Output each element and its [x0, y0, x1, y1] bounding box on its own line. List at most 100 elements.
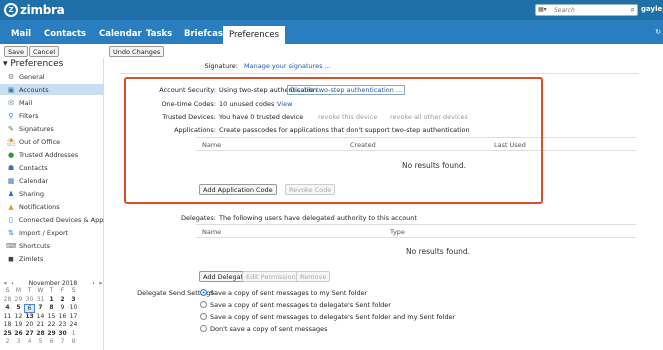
send-option-radio[interactable]: [200, 289, 207, 296]
search-input[interactable]: [554, 5, 624, 15]
calendar-day[interactable]: 14: [35, 313, 46, 322]
revoke-this-device-link[interactable]: revoke this device: [318, 113, 377, 121]
calendar-day[interactable]: 17: [68, 313, 79, 322]
sidebar-header[interactable]: ▾ Preferences: [3, 59, 63, 69]
view-codes-link[interactable]: View: [277, 100, 292, 108]
calendar-day[interactable]: 31: [35, 296, 46, 305]
tab-calendar[interactable]: Calendar: [99, 29, 142, 39]
calendar-day[interactable]: 26: [13, 330, 24, 339]
refresh-icon[interactable]: ↻: [655, 28, 661, 36]
revoke-all-devices-link[interactable]: revoke all other devices: [390, 113, 468, 121]
calendar-day[interactable]: 1: [68, 330, 79, 339]
calendar-day[interactable]: 5: [35, 338, 46, 347]
calendar-day[interactable]: 5: [13, 304, 24, 313]
col-name[interactable]: Name: [202, 141, 221, 149]
tab-briefcase[interactable]: Briefcase: [184, 29, 229, 39]
calendar-day[interactable]: 24: [68, 321, 79, 330]
disable-two-step-link[interactable]: Disable two-step authentication ...: [287, 85, 406, 95]
sidebar-item-trusted-addresses[interactable]: ● Trusted Addresses: [0, 149, 104, 160]
collapse-icon[interactable]: ▾: [3, 59, 8, 69]
calendar-day[interactable]: 19: [13, 321, 24, 330]
sidebar-item-filters[interactable]: ⚲ Filters: [0, 110, 104, 121]
calendar-day[interactable]: 22: [46, 321, 57, 330]
send-option-radio[interactable]: [200, 313, 207, 320]
tab-tasks[interactable]: Tasks: [146, 29, 172, 39]
remove-delegate-button[interactable]: Remove: [296, 271, 331, 282]
revoke-code-button[interactable]: Revoke Code: [285, 184, 336, 195]
sidebar-item-import-export[interactable]: ⇅ Import / Export: [0, 227, 104, 238]
col-last-used[interactable]: Last Used: [494, 141, 526, 149]
edit-permissions-button[interactable]: Edit Permissions: [242, 271, 304, 282]
calendar-day[interactable]: 6: [46, 338, 57, 347]
calendar-day[interactable]: 30: [57, 330, 68, 339]
user-name[interactable]: gayle: [641, 5, 662, 13]
col-delegate-type[interactable]: Type: [390, 228, 405, 236]
search-box[interactable]: ▦▾ ⌕: [535, 4, 638, 16]
sidebar-item-contacts[interactable]: ☗ Contacts: [0, 162, 104, 173]
search-scope-dropdown-icon[interactable]: ▦▾: [538, 6, 552, 14]
calendar-day[interactable]: 3: [68, 296, 79, 305]
calendar-day[interactable]: 11: [2, 313, 13, 322]
send-option-label[interactable]: Save a copy of sent messages to my Sent …: [210, 289, 367, 297]
calendar-day[interactable]: 29: [13, 296, 24, 305]
cancel-button[interactable]: Cancel: [29, 46, 60, 57]
sidebar-item-connected-devices[interactable]: ▯ Connected Devices & Apps: [0, 214, 104, 225]
calendar-day[interactable]: 7: [35, 304, 46, 313]
calendar-day[interactable]: 23: [57, 321, 68, 330]
calendar-day[interactable]: 29: [46, 330, 57, 339]
zimbra-logo[interactable]: Z zimbra: [4, 2, 65, 18]
sidebar-item-general[interactable]: ⚙ General: [0, 71, 104, 82]
calendar-day[interactable]: 20: [24, 321, 35, 330]
next-year-icon[interactable]: »: [97, 280, 104, 287]
add-application-code-button[interactable]: Add Application Code: [199, 184, 277, 195]
sidebar-item-signatures[interactable]: ✎ Signatures: [0, 123, 104, 134]
calendar-day[interactable]: 4: [2, 304, 13, 313]
manage-signatures-link[interactable]: Manage your signatures ...: [244, 62, 331, 70]
search-icon[interactable]: ⌕: [631, 5, 635, 15]
calendar-day[interactable]: 28: [2, 296, 13, 305]
calendar-day[interactable]: 8: [68, 338, 79, 347]
undo-changes-button[interactable]: Undo Changes: [109, 46, 165, 57]
prev-month-icon[interactable]: ‹: [9, 280, 16, 287]
tab-preferences[interactable]: Preferences: [223, 26, 285, 44]
calendar-day[interactable]: 2: [2, 338, 13, 347]
calendar-day[interactable]: 30: [24, 296, 35, 305]
calendar-day[interactable]: 16: [57, 313, 68, 322]
calendar-day[interactable]: 18: [2, 321, 13, 330]
calendar-day[interactable]: 9: [57, 304, 68, 313]
save-button[interactable]: Save: [4, 46, 28, 57]
col-delegate-name[interactable]: Name: [202, 228, 221, 236]
send-option-label[interactable]: Don't save a copy of sent messages: [210, 325, 327, 333]
sidebar-item-out-of-office[interactable]: ⛱ Out of Office: [0, 136, 104, 147]
calendar-day[interactable]: 27: [24, 330, 35, 339]
calendar-day[interactable]: 13: [24, 313, 35, 322]
send-option-label[interactable]: Save a copy of sent messages to delegate…: [210, 301, 391, 309]
calendar-day[interactable]: 21: [35, 321, 46, 330]
calendar-day[interactable]: 8: [46, 304, 57, 313]
calendar-day[interactable]: 28: [35, 330, 46, 339]
sidebar-item-zimlets[interactable]: ◼ Zimlets: [0, 253, 104, 264]
tab-contacts[interactable]: Contacts: [44, 29, 86, 39]
send-option-radio[interactable]: [200, 325, 207, 332]
sidebar-item-mail[interactable]: ✉ Mail: [0, 97, 104, 108]
sidebar-item-accounts[interactable]: ▣ Accounts: [0, 84, 104, 95]
calendar-day[interactable]: 10: [68, 304, 79, 313]
calendar-day[interactable]: 12: [13, 313, 24, 322]
calendar-day[interactable]: 2: [57, 296, 68, 305]
sidebar-item-shortcuts[interactable]: ⌨ Shortcuts: [0, 240, 104, 251]
prev-year-icon[interactable]: «: [2, 280, 9, 287]
calendar-day-today[interactable]: 6: [24, 304, 35, 313]
sidebar-item-notifications[interactable]: ▲ Notifications: [0, 201, 104, 212]
sidebar-item-calendar[interactable]: ▦ Calendar: [0, 175, 104, 186]
calendar-day[interactable]: 3: [13, 338, 24, 347]
calendar-day[interactable]: 4: [24, 338, 35, 347]
next-month-icon[interactable]: ›: [90, 280, 97, 287]
calendar-day[interactable]: 1: [46, 296, 57, 305]
calendar-day[interactable]: 15: [46, 313, 57, 322]
calendar-day[interactable]: 7: [57, 338, 68, 347]
sidebar-item-sharing[interactable]: ♟ Sharing: [0, 188, 104, 199]
calendar-day[interactable]: 25: [2, 330, 13, 339]
tab-mail[interactable]: Mail: [11, 29, 31, 39]
send-option-radio[interactable]: [200, 301, 207, 308]
col-created[interactable]: Created: [350, 141, 376, 149]
